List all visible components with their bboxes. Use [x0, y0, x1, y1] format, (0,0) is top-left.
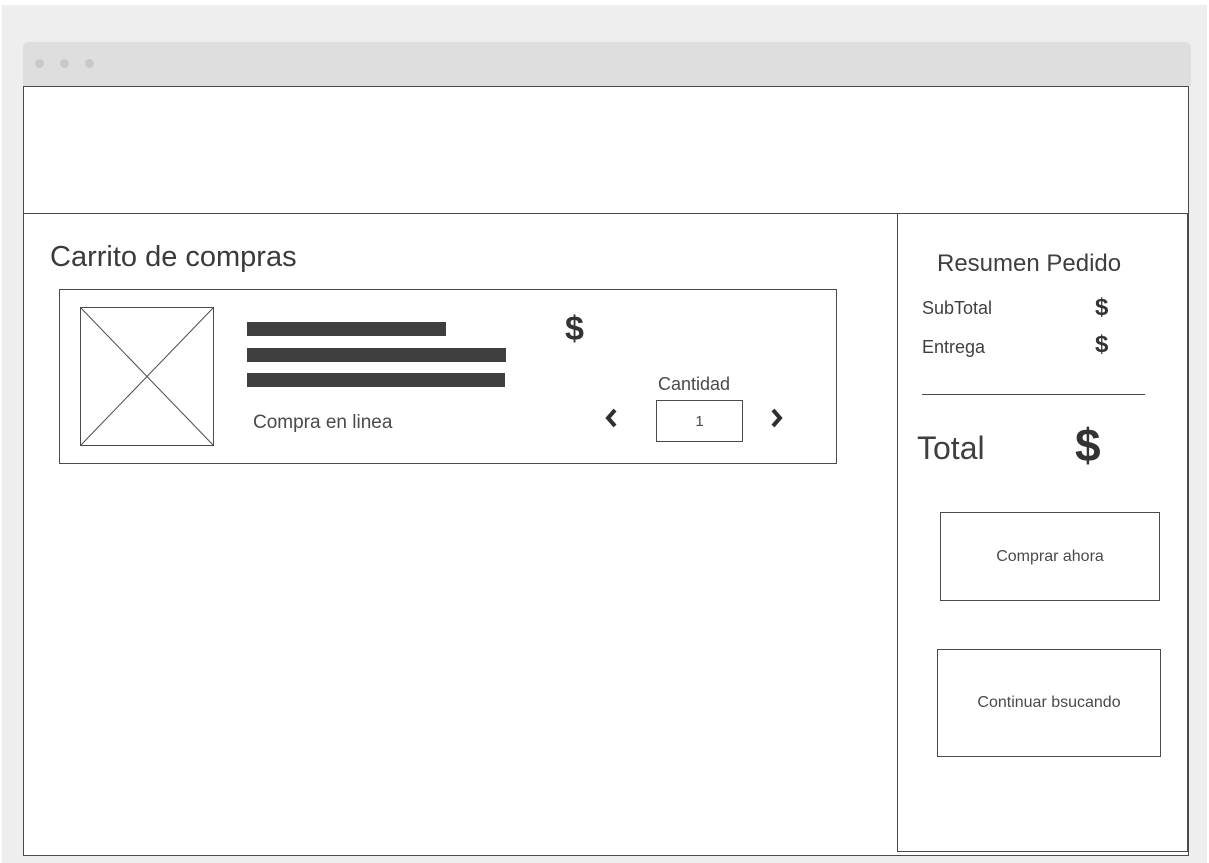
cart-item: Compra en linea $ Cantidad 1 — [59, 289, 837, 464]
delivery-value: $ — [1095, 331, 1109, 358]
window-dot-close[interactable] — [35, 59, 44, 68]
item-note: Compra en linea — [253, 412, 393, 433]
chevron-left-icon[interactable] — [604, 404, 618, 436]
product-description-bar — [247, 348, 506, 362]
quantity-label: Cantidad — [658, 374, 731, 394]
subtotal-value: $ — [1095, 294, 1109, 321]
total-value: $ — [1075, 419, 1101, 471]
summary-divider — [922, 394, 1145, 395]
browser-window: Carrito de compras Compra en linea $ Can… — [23, 42, 1191, 860]
item-price: $ — [565, 310, 584, 348]
window-titlebar — [23, 42, 1191, 86]
window-dot-maximize[interactable] — [85, 59, 94, 68]
window-dot-minimize[interactable] — [60, 59, 69, 68]
quantity-input[interactable]: 1 — [656, 400, 743, 442]
cart-title: Carrito de compras — [50, 241, 297, 273]
delivery-label: Entrega — [922, 337, 986, 357]
image-placeholder-icon — [80, 307, 214, 446]
total-label: Total — [917, 430, 985, 466]
continue-shopping-button[interactable]: Continuar bsucando — [937, 649, 1161, 757]
product-description-bar-2 — [247, 373, 505, 387]
page-header — [24, 87, 1188, 214]
subtotal-label: SubTotal — [922, 298, 993, 318]
product-name-bar — [247, 322, 446, 336]
page-viewport: Carrito de compras Compra en linea $ Can… — [23, 86, 1189, 856]
summary-title: Resumen Pedido — [937, 250, 1122, 277]
order-summary-panel: Resumen Pedido SubTotal $ Entrega $ Tota… — [897, 213, 1188, 852]
buy-now-button[interactable]: Comprar ahora — [940, 512, 1160, 601]
chevron-right-icon[interactable] — [770, 404, 784, 436]
